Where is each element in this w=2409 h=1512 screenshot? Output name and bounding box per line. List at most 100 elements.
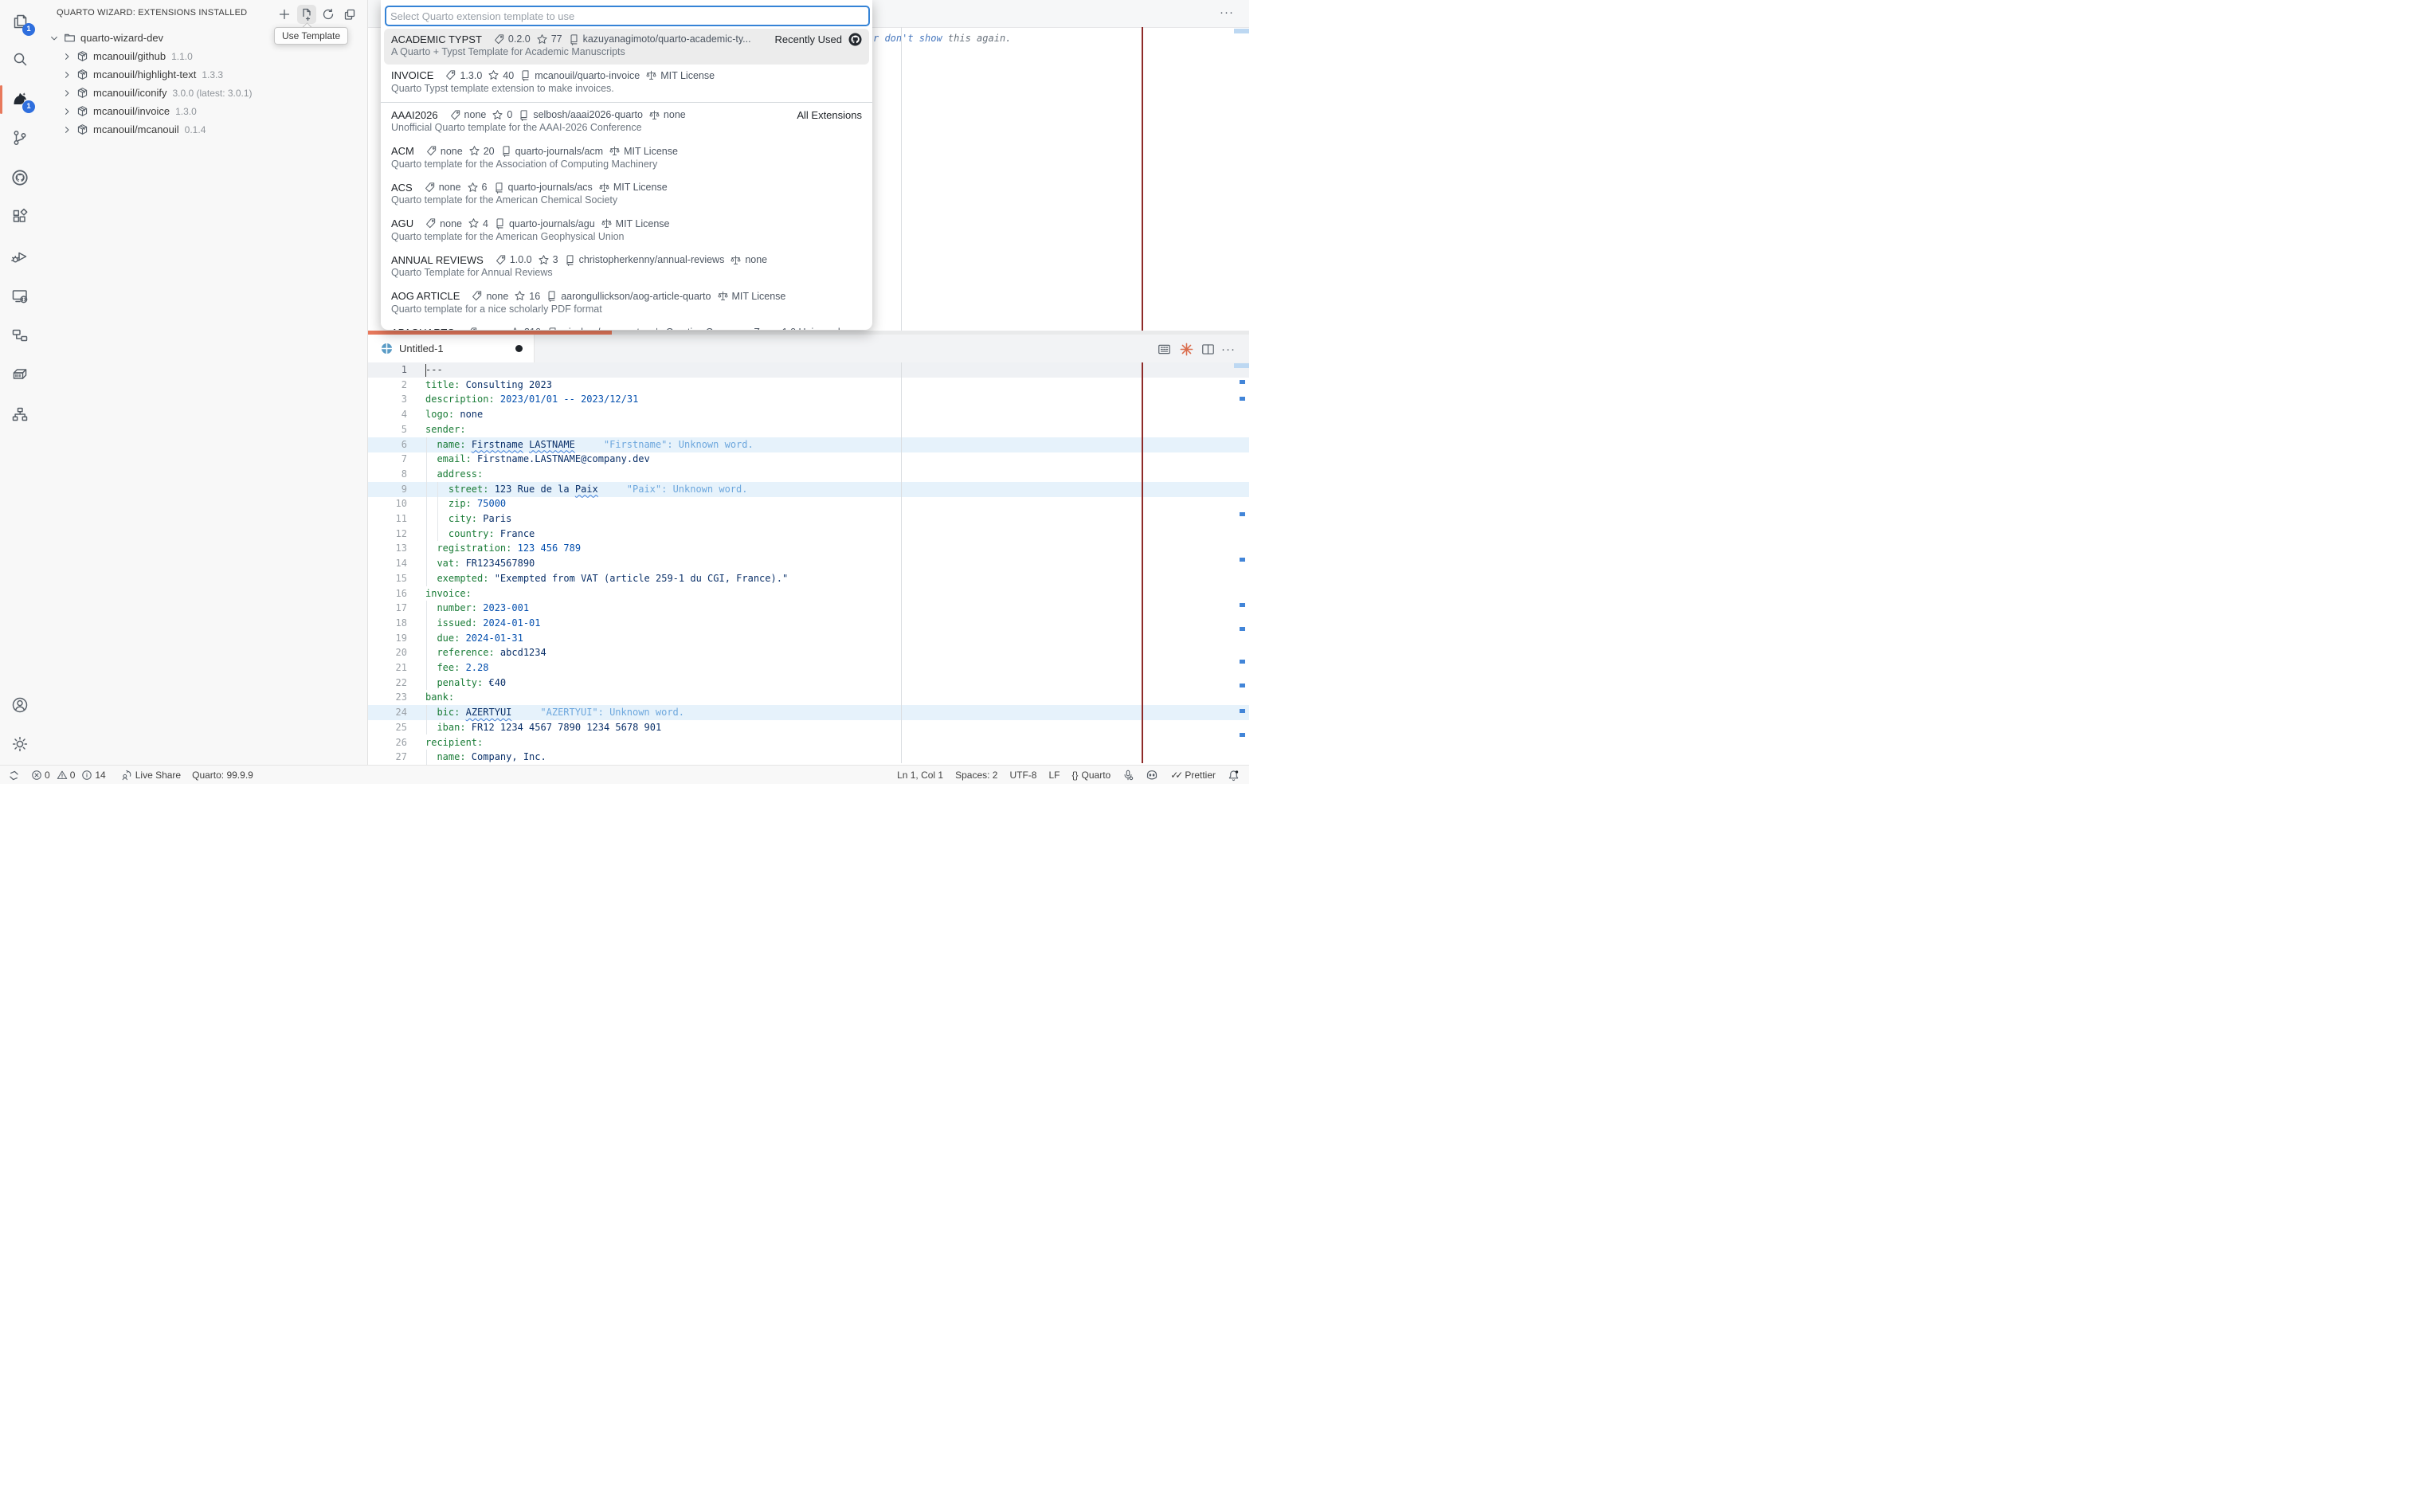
line-number[interactable]: 27 — [367, 750, 407, 765]
quick-pick-item-aaai2026[interactable]: AAAI2026none0selbosh/aaai2026-quartonone… — [384, 104, 869, 140]
extensions-icon[interactable] — [10, 207, 29, 226]
chevron-right-icon[interactable] — [62, 107, 72, 116]
line-number[interactable]: 7 — [367, 452, 407, 467]
problems-status[interactable]: 0 0 14 — [31, 770, 110, 781]
scrollbar-slider[interactable] — [1234, 363, 1249, 368]
code-line-5[interactable]: sender: — [425, 422, 466, 437]
code-line-13[interactable]: registration: 123 456 789 — [425, 541, 581, 556]
line-number[interactable]: 9 — [367, 482, 407, 497]
code-line-22[interactable]: penalty: €40 — [425, 676, 506, 691]
code-line-9[interactable]: street: 123 Rue de la Paix"Paix": Unknow… — [425, 482, 747, 497]
settings-gear-icon[interactable] — [10, 734, 29, 754]
code-line-20[interactable]: reference: abcd1234 — [425, 645, 546, 660]
eol-status[interactable]: LF — [1048, 770, 1060, 781]
line-number[interactable]: 21 — [367, 660, 407, 676]
quarto-version-status[interactable]: Quarto: 99.9.9 — [192, 770, 253, 781]
code-line-12[interactable]: country: France — [425, 527, 535, 542]
code-line-11[interactable]: city: Paris — [425, 511, 511, 527]
quick-pick-item-agu[interactable]: AGUnone4quarto-journals/aguMIT LicenseQu… — [384, 213, 869, 249]
tree-item-mcanouil-mcanouil[interactable]: mcanouil/mcanouil0.1.4 — [40, 120, 367, 139]
quick-pick-item-acs[interactable]: ACSnone6quarto-journals/acsMIT LicenseQu… — [384, 177, 869, 213]
quick-pick-item-apaquarto[interactable]: APAQUARTOnone316wjschne/apaquartoCreativ… — [384, 322, 869, 330]
line-number[interactable]: 26 — [367, 735, 407, 750]
github-icon[interactable] — [842, 33, 862, 46]
code-line-3[interactable]: description: 2023/01/01 -- 2023/12/31 — [425, 392, 638, 407]
code-editor[interactable]: 1---2title: Consulting 20233description:… — [367, 362, 1249, 765]
quick-pick-item-acm[interactable]: ACMnone20quarto-journals/acmMIT LicenseQ… — [384, 141, 869, 177]
prettier-status[interactable]: ✓✓ Prettier — [1170, 770, 1216, 781]
tree-item-mcanouil-github[interactable]: mcanouil/github1.1.0 — [40, 47, 367, 65]
quarto-starburst-icon[interactable] — [1176, 339, 1197, 359]
line-number[interactable]: 6 — [367, 437, 407, 452]
quick-pick-item-academic-typst[interactable]: ACADEMIC TYPST0.2.077kazuyanagimoto/quar… — [384, 29, 869, 65]
add-icon[interactable] — [275, 5, 294, 24]
line-number[interactable]: 16 — [367, 586, 407, 601]
chevron-down-icon[interactable] — [49, 33, 59, 43]
pipeline-icon[interactable] — [10, 326, 29, 345]
live-share-status[interactable]: Live Share — [121, 770, 181, 781]
remote-indicator[interactable] — [8, 770, 20, 781]
modified-dot-icon[interactable] — [515, 345, 523, 352]
code-line-23[interactable]: bank: — [425, 690, 454, 705]
code-line-6[interactable]: name: Firstname LASTNAME"Firstname": Unk… — [425, 437, 754, 452]
code-line-14[interactable]: vat: FR1234567890 — [425, 556, 535, 571]
line-number[interactable]: 18 — [367, 616, 407, 631]
indentation-status[interactable]: Spaces: 2 — [955, 770, 997, 781]
line-number[interactable]: 11 — [367, 511, 407, 527]
copilot-icon[interactable] — [1146, 769, 1158, 781]
use-template-icon[interactable] — [297, 5, 316, 24]
remote-explorer-icon[interactable] — [10, 287, 29, 306]
quick-pick-input[interactable] — [385, 6, 870, 26]
quick-pick-item-aog-article[interactable]: AOG ARTICLEnone16aarongullickson/aog-art… — [384, 286, 869, 322]
search-icon[interactable] — [10, 50, 29, 69]
line-number[interactable]: 19 — [367, 631, 407, 646]
accounts-icon[interactable] — [10, 695, 29, 715]
code-line-1[interactable]: --- — [425, 362, 443, 378]
quarto-wizard-icon[interactable]: 1 — [10, 89, 29, 108]
more-actions-icon[interactable]: ··· — [1220, 6, 1234, 19]
line-number[interactable]: 20 — [367, 645, 407, 660]
tree-item-mcanouil-highlight-text[interactable]: mcanouil/highlight-text1.3.3 — [40, 65, 367, 84]
line-number[interactable]: 14 — [367, 556, 407, 571]
hierarchy-icon[interactable] — [10, 405, 29, 424]
line-number[interactable]: 10 — [367, 496, 407, 511]
language-mode-status[interactable]: {} Quarto — [1072, 770, 1111, 781]
line-number[interactable]: 4 — [367, 407, 407, 422]
line-number[interactable]: 12 — [367, 527, 407, 542]
line-number[interactable]: 5 — [367, 422, 407, 437]
code-line-17[interactable]: number: 2023-001 — [425, 601, 529, 616]
cursor-position-status[interactable]: Ln 1, Col 1 — [897, 770, 943, 781]
refresh-icon[interactable] — [319, 5, 338, 24]
scrollbar-slider[interactable] — [1234, 29, 1249, 33]
line-number[interactable]: 2 — [367, 378, 407, 393]
tree-item-mcanouil-invoice[interactable]: mcanouil/invoice1.3.0 — [40, 102, 367, 120]
notifications-bell-icon[interactable] — [1228, 770, 1240, 781]
tree-item-mcanouil-iconify[interactable]: mcanouil/iconify3.0.0 (latest: 3.0.1) — [40, 84, 367, 102]
tree-item-quarto-wizard-dev[interactable]: quarto-wizard-dev — [40, 29, 367, 47]
code-line-15[interactable]: exempted: "Exempted from VAT (article 25… — [425, 571, 788, 586]
run-and-debug-icon[interactable] — [10, 247, 29, 266]
code-line-7[interactable]: email: Firstname.LASTNAME@company.dev — [425, 452, 650, 467]
voice-icon[interactable] — [1122, 770, 1134, 781]
encoding-status[interactable]: UTF-8 — [1009, 770, 1036, 781]
chevron-right-icon[interactable] — [62, 125, 72, 135]
github-icon[interactable] — [10, 168, 29, 187]
line-number[interactable]: 13 — [367, 541, 407, 556]
preview-icon[interactable] — [1154, 339, 1174, 359]
line-number[interactable]: 24 — [367, 705, 407, 720]
code-line-8[interactable]: address: — [425, 467, 483, 482]
line-number[interactable]: 1 — [367, 362, 407, 378]
quick-pick-item-annual-reviews[interactable]: ANNUAL REVIEWS1.0.03christopherkenny/ann… — [384, 249, 869, 285]
container-icon[interactable] — [10, 365, 29, 384]
code-line-19[interactable]: due: 2024-01-31 — [425, 631, 523, 646]
chevron-right-icon[interactable] — [62, 88, 72, 98]
line-number[interactable]: 8 — [367, 467, 407, 482]
code-line-27[interactable]: name: Company, Inc. — [425, 750, 546, 765]
code-line-2[interactable]: title: Consulting 2023 — [425, 378, 552, 393]
chevron-right-icon[interactable] — [62, 70, 72, 80]
split-editor-icon[interactable] — [1197, 339, 1218, 359]
code-line-18[interactable]: issued: 2024-01-01 — [425, 616, 541, 631]
code-line-21[interactable]: fee: 2.28 — [425, 660, 488, 676]
line-number[interactable]: 25 — [367, 720, 407, 735]
quick-pick-item-invoice[interactable]: INVOICE1.3.040mcanouil/quarto-invoiceMIT… — [384, 65, 869, 101]
